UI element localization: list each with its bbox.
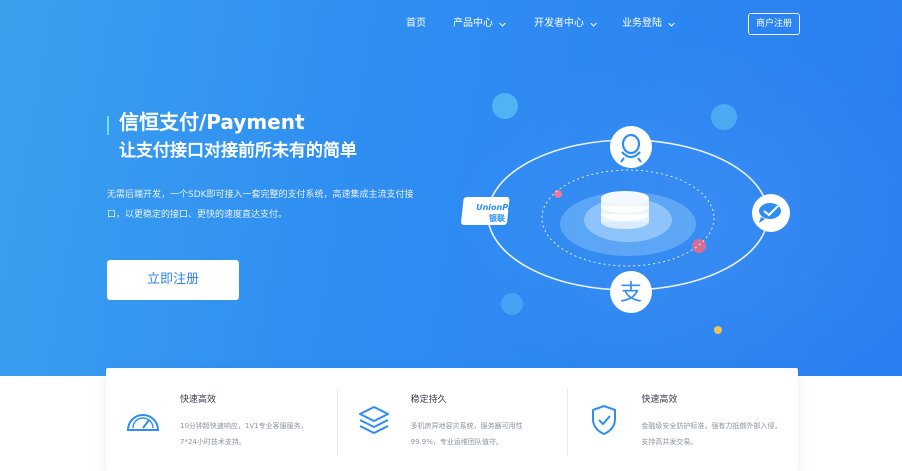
hero-banner: 首页 产品中心 开发者中心 业务登陆 商户注册 信恒支付/Payment 让支付… (0, 0, 902, 376)
hero-subtitle: 让支付接口对接前所未有的简单 (119, 141, 357, 161)
gauge-icon (126, 414, 160, 431)
chevron-down-icon (499, 22, 506, 27)
register-now-button[interactable]: 立即注册 (107, 260, 239, 300)
nav-item-label: 开发者中心 (534, 18, 584, 29)
decor-dot (554, 190, 562, 198)
nav-item-label: 产品中心 (453, 18, 493, 29)
layers-icon (358, 406, 389, 434)
feature-card: 稳定持久 多机房异地容灾系统，服务器可用性99.9%，专业运维团队值守。 (336, 368, 568, 471)
hero-description: 无需后端开发，一个SDK即可接入一套完整的支付系统，高速集成主流支付接口，以更稳… (107, 190, 414, 220)
feature-description: 10分钟超快速响应，1V1专业客服服务，7*24小时技术支持。 (180, 422, 308, 446)
feature-description: 多机房异地容灾系统，服务器可用性99.9%，专业运维团队值守。 (410, 422, 523, 446)
unionpay-icon: UnionPay 银联 (461, 197, 519, 225)
wechat-pay-icon (752, 194, 790, 232)
hero-title: 信恒支付/Payment (119, 110, 305, 134)
chevron-down-icon (590, 22, 597, 27)
nav-item-label: 首页 (406, 18, 426, 29)
alipay-icon: 支 (610, 271, 652, 313)
decor-dot (492, 93, 518, 119)
nav-item-home[interactable]: 首页 (406, 14, 426, 34)
features-panel: 快速高效 10分钟超快速响应，1V1专业客服服务，7*24小时技术支持。 稳定持… (106, 368, 798, 471)
feature-title: 稳定持久 (410, 395, 447, 405)
feature-title: 快速高效 (641, 395, 678, 405)
unionpay-text: UnionPay (476, 203, 519, 212)
nav-item-business-login[interactable]: 业务登陆 (622, 14, 675, 34)
feature-card: 快速高效 金融级安全防护标准，强有力抵御外部入侵，支持高并发交易。 (567, 368, 798, 471)
coin-stack-icon (601, 191, 649, 229)
shield-check-icon (592, 405, 617, 435)
alipay-char: 支 (620, 281, 642, 306)
feature-description: 金融级安全防护标准，强有力抵御外部入侵，支持高并发交易。 (641, 422, 782, 446)
nav-item-label: 业务登陆 (622, 18, 662, 29)
decor-dot (501, 293, 523, 315)
nav-item-developers[interactable]: 开发者中心 (534, 14, 597, 34)
merchant-register-button[interactable]: 商户注册 (748, 13, 800, 35)
decor-dot (714, 326, 722, 334)
feature-title: 快速高效 (180, 395, 217, 405)
payment-orbit-illustration: 支 UnionPay 银联 (461, 93, 790, 334)
decor-dot (711, 104, 737, 130)
qq-icon (610, 126, 652, 168)
feature-card: 快速高效 10分钟超快速响应，1V1专业客服服务，7*24小时技术支持。 (106, 368, 337, 471)
nav-item-products[interactable]: 产品中心 (453, 14, 506, 34)
chevron-down-icon (668, 22, 675, 27)
title-accent-bar (107, 116, 109, 135)
unionpay-cn-text: 银联 (488, 213, 505, 223)
